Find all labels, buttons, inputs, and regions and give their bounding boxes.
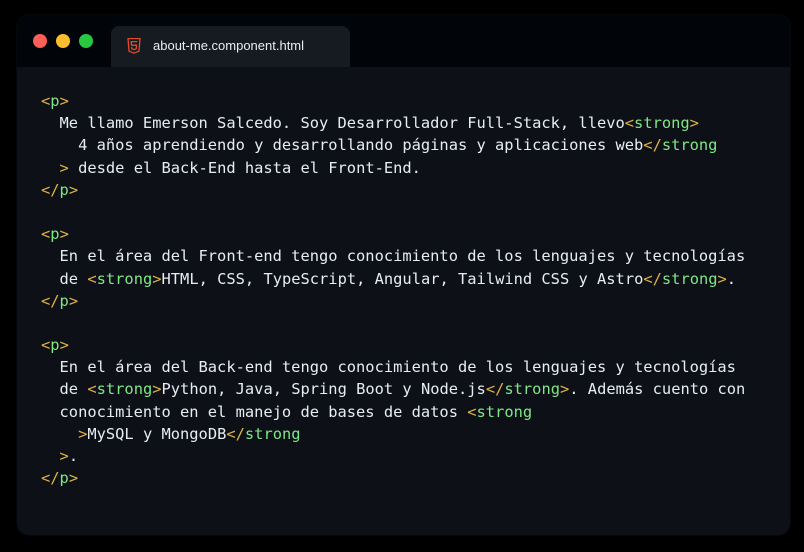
code-line: </p> <box>41 467 745 489</box>
code-text: . Además cuento con <box>569 380 746 399</box>
code-line: conocimiento en el manejo de bases de da… <box>41 401 745 423</box>
tag-name: strong <box>96 380 153 399</box>
code-line: <p> <box>41 334 745 356</box>
code-line: 4 años aprendiendo y desarrollando págin… <box>41 134 745 156</box>
tag-name: p <box>50 225 60 244</box>
tab-about-me-component[interactable]: about-me.component.html <box>111 26 350 67</box>
tag-bracket: > <box>717 269 727 288</box>
tab-filename: about-me.component.html <box>153 38 305 53</box>
tag-name: strong <box>476 402 533 421</box>
tag-bracket: < <box>87 380 97 399</box>
tag-name: strong <box>504 380 560 399</box>
code-line: > desde el Back-End hasta el Front-End. <box>41 157 745 179</box>
code-line: >MySQL y MongoDB</strong <box>41 423 745 445</box>
code-line: >. <box>41 445 745 467</box>
code-line: de <strong>HTML, CSS, TypeScript, Angula… <box>41 268 745 290</box>
html5-icon <box>127 38 141 54</box>
tag-name: strong <box>661 136 718 155</box>
close-button[interactable] <box>33 34 47 48</box>
code-line: En el área del Front-end tengo conocimie… <box>41 245 746 267</box>
code-text: HTML, CSS, TypeScript, Angular, Tailwind… <box>161 269 644 288</box>
tag-name: p <box>59 469 69 488</box>
tag-bracket: < <box>41 92 51 110</box>
tag-bracket: < <box>41 225 51 244</box>
tag-bracket: > <box>59 336 69 355</box>
code-line: </p> <box>41 179 745 201</box>
tag-bracket: > <box>68 180 79 199</box>
code-line: </p> <box>41 290 745 312</box>
code-text: conocimiento en el manejo de bases de da… <box>41 402 468 421</box>
editor-window: about-me.component.html <p> Me llamo Eme… <box>17 15 790 535</box>
tag-name: strong <box>96 269 153 288</box>
tag-bracket: > <box>59 447 69 465</box>
code-text: En el área del Back-end tengo conocimien… <box>41 358 736 377</box>
tag-name: p <box>59 291 69 310</box>
tag-bracket: > <box>559 380 570 399</box>
code-view[interactable]: <p> Me llamo Emerson Salcedo. Soy Desarr… <box>41 90 745 489</box>
tag-bracket: </ <box>41 291 60 310</box>
tag-bracket: > <box>78 424 88 443</box>
tag-bracket: </ <box>485 380 505 399</box>
tag-bracket: > <box>152 380 162 399</box>
code-text: de <box>41 380 88 399</box>
tag-name: p <box>50 336 60 355</box>
tag-bracket: > <box>152 269 162 288</box>
tag-name: strong <box>244 424 301 443</box>
minimize-button[interactable] <box>56 34 70 48</box>
code-text: 4 años aprendiendo y desarrollando págin… <box>41 136 644 155</box>
code-text: . <box>726 269 737 288</box>
code-text: Python, Java, Spring Boot y Node.js <box>161 380 486 399</box>
tag-bracket: < <box>41 336 51 355</box>
tag-bracket: > <box>59 225 69 244</box>
tag-bracket: < <box>467 402 477 421</box>
code-line: Me llamo Emerson Salcedo. Soy Desarrolla… <box>41 112 745 134</box>
tag-bracket: </ <box>41 180 60 199</box>
tag-bracket: > <box>689 114 699 133</box>
tag-bracket: </ <box>226 424 245 443</box>
tag-name: strong <box>661 269 718 288</box>
tag-name: strong <box>634 114 690 133</box>
tag-bracket: </ <box>643 269 662 288</box>
code-text: . <box>68 447 79 465</box>
tag-name: p <box>50 92 60 110</box>
code-line: <p> <box>41 90 745 112</box>
tag-bracket: > <box>68 291 79 310</box>
code-text: MySQL y MongoDB <box>87 424 227 443</box>
code-line: de <strong>Python, Java, Spring Boot y N… <box>41 378 746 400</box>
tag-bracket: < <box>624 114 635 133</box>
code-text: desde el Back-End hasta el Front-End. <box>68 158 421 177</box>
code-line: <p> <box>41 223 745 245</box>
tag-bracket: > <box>59 92 69 110</box>
code-text: Me llamo Emerson Salcedo. Soy Desarrolla… <box>41 114 625 133</box>
tag-bracket: </ <box>643 136 662 155</box>
tag-bracket: < <box>87 269 97 288</box>
code-line: En el área del Back-end tengo conocimien… <box>41 356 745 378</box>
tag-bracket: </ <box>41 469 60 488</box>
tag-name: p <box>59 180 69 199</box>
tag-bracket: > <box>59 158 69 177</box>
maximize-button[interactable] <box>79 34 93 48</box>
title-bar: about-me.component.html <box>17 15 790 67</box>
code-text: de <box>41 269 88 288</box>
code-text: En el área del Front-end tengo conocimie… <box>41 247 746 266</box>
tag-bracket: > <box>68 469 79 488</box>
